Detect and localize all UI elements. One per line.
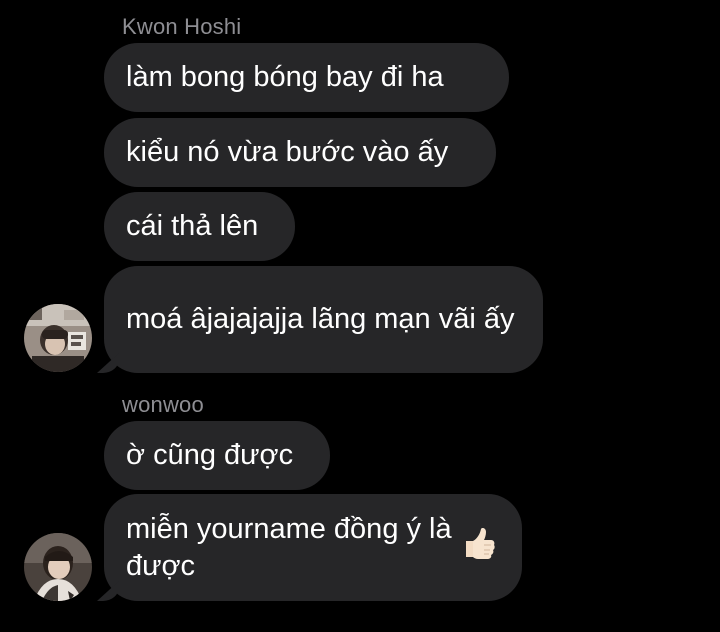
avatar-wonwoo[interactable] — [24, 533, 92, 601]
message-bubble[interactable]: miễn yourname đồng ý là được — [104, 494, 522, 601]
avatar-photo — [24, 533, 92, 601]
avatar-kwon-hoshi[interactable] — [24, 304, 92, 372]
message-bubble[interactable]: làm bong bóng bay đi ha — [104, 43, 509, 112]
message-text: moá âjajajajja lãng mạn vãi ấy — [126, 303, 515, 335]
message-bubble[interactable]: cái thả lên — [104, 192, 295, 261]
message-bubble[interactable]: moá âjajajajja lãng mạn vãi ấy — [104, 266, 543, 373]
avatar-photo — [24, 304, 92, 372]
sender-name-kwon-hoshi: Kwon Hoshi — [122, 14, 242, 39]
sender-name-wonwoo: wonwoo — [122, 392, 204, 417]
message-text: miễn yourname đồng ý là được — [126, 512, 460, 582]
message-text: làm bong bóng bay đi ha — [126, 61, 444, 93]
message-bubble[interactable]: ờ cũng được — [104, 421, 330, 490]
message-text: kiểu nó vừa bước vào ấy — [126, 136, 449, 168]
message-text: ờ cũng được — [126, 439, 294, 471]
message-bubble[interactable]: kiểu nó vừa bước vào ấy — [104, 118, 496, 187]
thumbs-up-icon — [462, 527, 496, 569]
message-text: cái thả lên — [126, 210, 259, 242]
